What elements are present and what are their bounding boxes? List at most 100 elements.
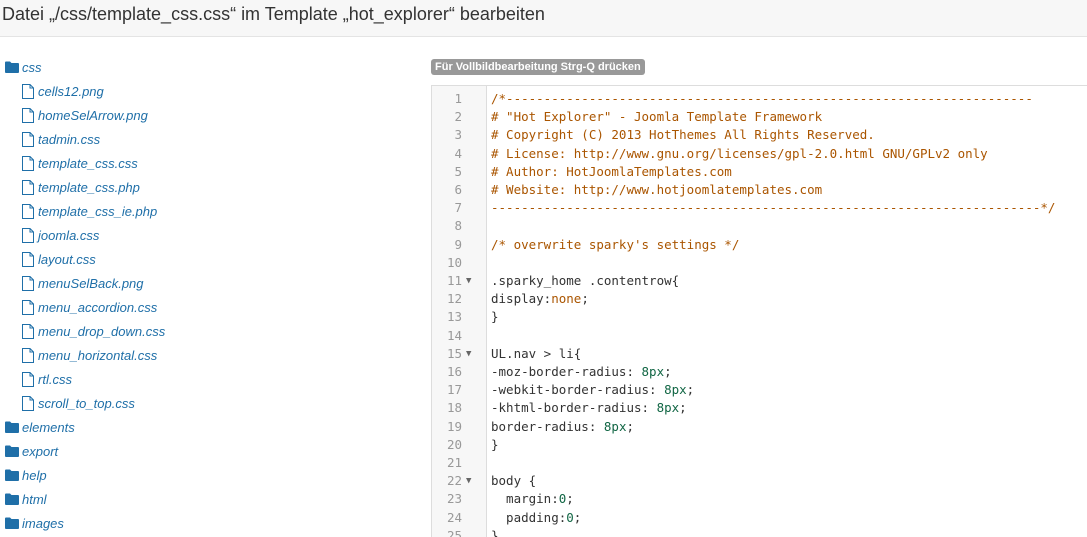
code-line[interactable]: 11 ▼ .sparky_home .contentrow{ [432, 272, 1087, 290]
line-number: 13 [446, 309, 462, 325]
tree-file[interactable]: menuSelBack.png [20, 273, 144, 293]
code-text: -moz-border-radius: 8px; [491, 364, 672, 379]
file-icon [20, 323, 36, 339]
tree-file[interactable]: homeSelArrow.png [20, 105, 148, 125]
code-text: } [491, 436, 499, 452]
tree-file[interactable]: menu_accordion.css [20, 297, 157, 317]
tree-file[interactable]: cells12.png [20, 81, 104, 101]
fold-arrow-icon[interactable]: ▼ [466, 272, 476, 290]
line-number: 9 [454, 236, 462, 252]
folder-icon [4, 419, 20, 435]
tree-item-label: template_css.css [38, 155, 138, 171]
tree-item-label: export [22, 443, 59, 459]
file-icon [20, 107, 36, 123]
code-line[interactable]: 12 display:none; [432, 290, 1087, 308]
tree-folder[interactable]: css [4, 57, 42, 77]
file-icon [20, 179, 36, 195]
tree-folder[interactable]: help [4, 465, 47, 485]
code-line[interactable]: 13} [432, 308, 1087, 326]
code-text: display:none; [491, 291, 589, 307]
code-text: } [491, 309, 499, 325]
line-number: 16 [446, 364, 462, 379]
line-number: 6 [454, 182, 462, 197]
line-number: 17 [446, 382, 462, 398]
line-number: 21 [446, 455, 462, 470]
file-icon [20, 395, 36, 411]
tree-item-label: tadmin.css [38, 131, 101, 147]
code-line[interactable]: 1 /*-------------------------------------… [432, 90, 1087, 108]
code-line[interactable]: 14 [432, 327, 1087, 345]
code-line[interactable]: 23 margin:0; [432, 490, 1087, 508]
line-number: 5 [454, 163, 462, 179]
tree-item-label: menu_accordion.css [38, 299, 158, 315]
code-line[interactable]: 6 # Website: http://www.hotjoomlatemplate… [432, 181, 1087, 199]
line-number: 19 [446, 418, 462, 434]
code-line[interactable]: 24 padding:0; [432, 509, 1087, 527]
file-icon [20, 371, 36, 387]
file-icon [20, 275, 36, 291]
fold-arrow-icon[interactable]: ▼ [466, 472, 476, 490]
fullscreen-hint-badge: Für Vollbildbearbeitung Strg-Q drücken [431, 59, 645, 75]
code-line[interactable]: 3 # Copyright (C) 2013 HotThemes All Righ… [432, 126, 1087, 144]
code-line[interactable]: 8 [432, 217, 1087, 235]
line-number: 4 [454, 145, 462, 161]
code-line[interactable]: 7 ---------------------------------------… [432, 199, 1087, 217]
tree-file[interactable]: tadmin.css [20, 129, 100, 149]
code-text: UL.nav > li{ [491, 345, 582, 361]
tree-file[interactable]: template_css.php [20, 177, 140, 197]
tree-file[interactable]: menu_drop_down.css [20, 321, 165, 341]
tree-item-label: menuSelBack.png [38, 275, 144, 291]
code-text: padding:0; [491, 509, 582, 525]
page-header: Datei „/css/template_css.css“ im Templat… [0, 0, 1087, 37]
code-line[interactable]: 4 # License: http://www.gnu.org/licenses/… [432, 145, 1087, 163]
code-line[interactable]: 2 # "Hot Explorer" - Joomla Template Fram… [432, 108, 1087, 126]
tree-file[interactable]: template_css_ie.php [20, 201, 157, 221]
code-line[interactable]: 19 border-radius: 8px; [432, 418, 1087, 436]
line-number: 20 [446, 436, 462, 452]
line-number: 22 [446, 473, 462, 489]
line-number: 24 [446, 509, 462, 525]
tree-file[interactable]: menu_horizontal.css [20, 345, 157, 365]
code-text: # License: http://www.gnu.org/licenses/g… [491, 145, 988, 161]
code-line[interactable]: 22 ▼ body { [432, 472, 1087, 490]
code-line[interactable]: 10 [432, 254, 1087, 272]
code-line[interactable]: 18 -khtml-border-radius: 8px; [432, 399, 1087, 417]
tree-item-label: template_css_ie.php [38, 203, 158, 219]
line-number: 14 [446, 327, 462, 343]
tree-file[interactable]: layout.css [20, 249, 96, 269]
tree-folder[interactable]: html [4, 489, 47, 509]
code-text: /*--------------------------------------… [491, 91, 1033, 106]
code-line[interactable]: 20} [432, 436, 1087, 454]
fold-arrow-icon[interactable]: ▼ [466, 345, 476, 363]
tree-folder[interactable]: export [4, 441, 58, 461]
line-number: 2 [454, 109, 462, 125]
tree-item-label: menu_drop_down.css [38, 323, 166, 339]
code-line[interactable]: 5 # Author: HotJoomlaTemplates.com [432, 163, 1087, 181]
folder-icon [4, 443, 20, 459]
code-text: # Website: http://www.hotjoomlatemplates… [491, 182, 823, 197]
tree-file[interactable]: scroll_to_top.css [20, 393, 135, 413]
code-text: border-radius: 8px; [491, 418, 634, 434]
tree-folder[interactable]: elements [4, 417, 75, 437]
file-icon [20, 155, 36, 171]
file-icon [20, 203, 36, 219]
code-line[interactable]: 16 -moz-border-radius: 8px; [432, 363, 1087, 381]
code-line[interactable]: 9 /* overwrite sparky's settings */ [432, 236, 1087, 254]
code-line[interactable]: 25} [432, 527, 1087, 537]
folder-icon [4, 59, 20, 75]
tree-file[interactable]: joomla.css [20, 225, 99, 245]
file-icon [20, 299, 36, 315]
code-line[interactable]: 15 ▼ UL.nav > li{ [432, 345, 1087, 363]
code-line[interactable]: 17 -webkit-border-radius: 8px; [432, 381, 1087, 399]
line-number: 25 [446, 527, 462, 537]
tree-folder[interactable]: images [4, 513, 64, 533]
code-text: -webkit-border-radius: 8px; [491, 382, 695, 398]
code-text: } [491, 527, 499, 537]
tree-item-label: css [22, 59, 42, 75]
code-line[interactable]: 21 [432, 454, 1087, 472]
tree-file[interactable]: rtl.css [20, 369, 72, 389]
code-editor[interactable]: 1 /*-------------------------------------… [431, 85, 1087, 537]
line-number: 12 [446, 291, 462, 307]
tree-file[interactable]: template_css.css [20, 153, 138, 173]
code-text: margin:0; [491, 491, 574, 507]
